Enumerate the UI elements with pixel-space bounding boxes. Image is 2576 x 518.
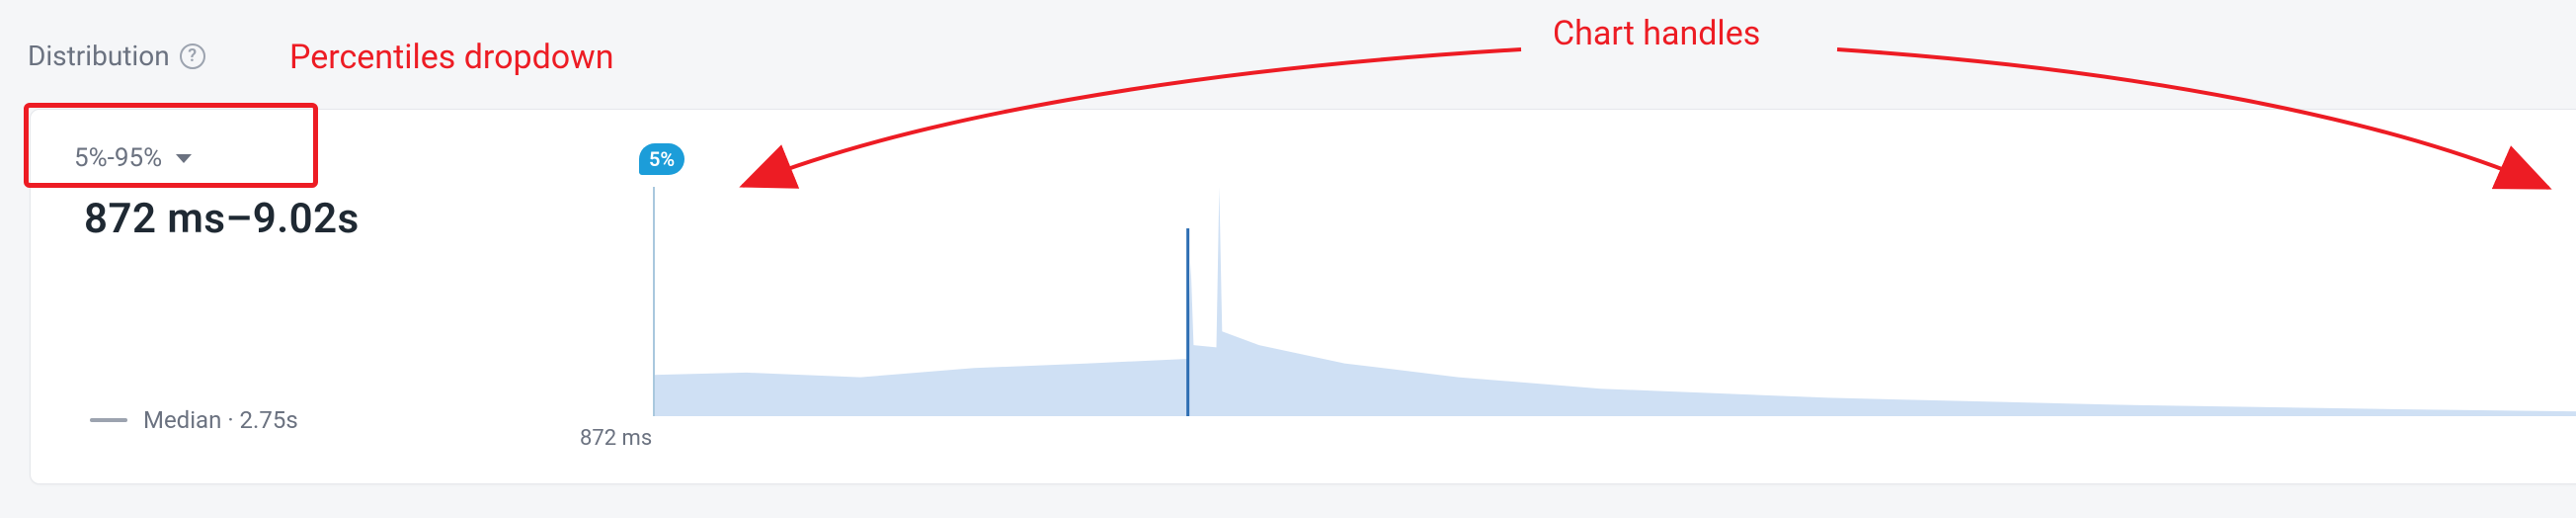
percentile-dropdown[interactable]: 5%-95% xyxy=(70,137,196,179)
distribution-card: 5%-95% 872 ms–9.02s Median · 2.75s 5% 95… xyxy=(30,109,2576,484)
chevron-down-icon xyxy=(176,154,192,163)
median-text: Median · 2.75s xyxy=(143,406,298,434)
selected-range-value: 872 ms–9.02s xyxy=(84,195,360,243)
distribution-area xyxy=(653,169,2576,416)
handle-bar-left xyxy=(653,187,655,416)
axis-min-label: 872 ms xyxy=(580,426,652,451)
distribution-chart: 5% 95% 872 ms 9.02s xyxy=(653,169,2576,416)
median-swatch xyxy=(90,418,127,422)
median-legend: Median · 2.75s xyxy=(90,406,298,434)
annotation-handles-label: Chart handles xyxy=(1553,14,1760,53)
chart-handle-left[interactable]: 5% xyxy=(639,143,684,175)
annotation-dropdown-label: Percentiles dropdown xyxy=(289,38,613,77)
section-title: Distribution xyxy=(28,40,170,72)
percentile-dropdown-label: 5%-95% xyxy=(74,143,162,173)
help-icon[interactable]: ? xyxy=(180,43,205,69)
